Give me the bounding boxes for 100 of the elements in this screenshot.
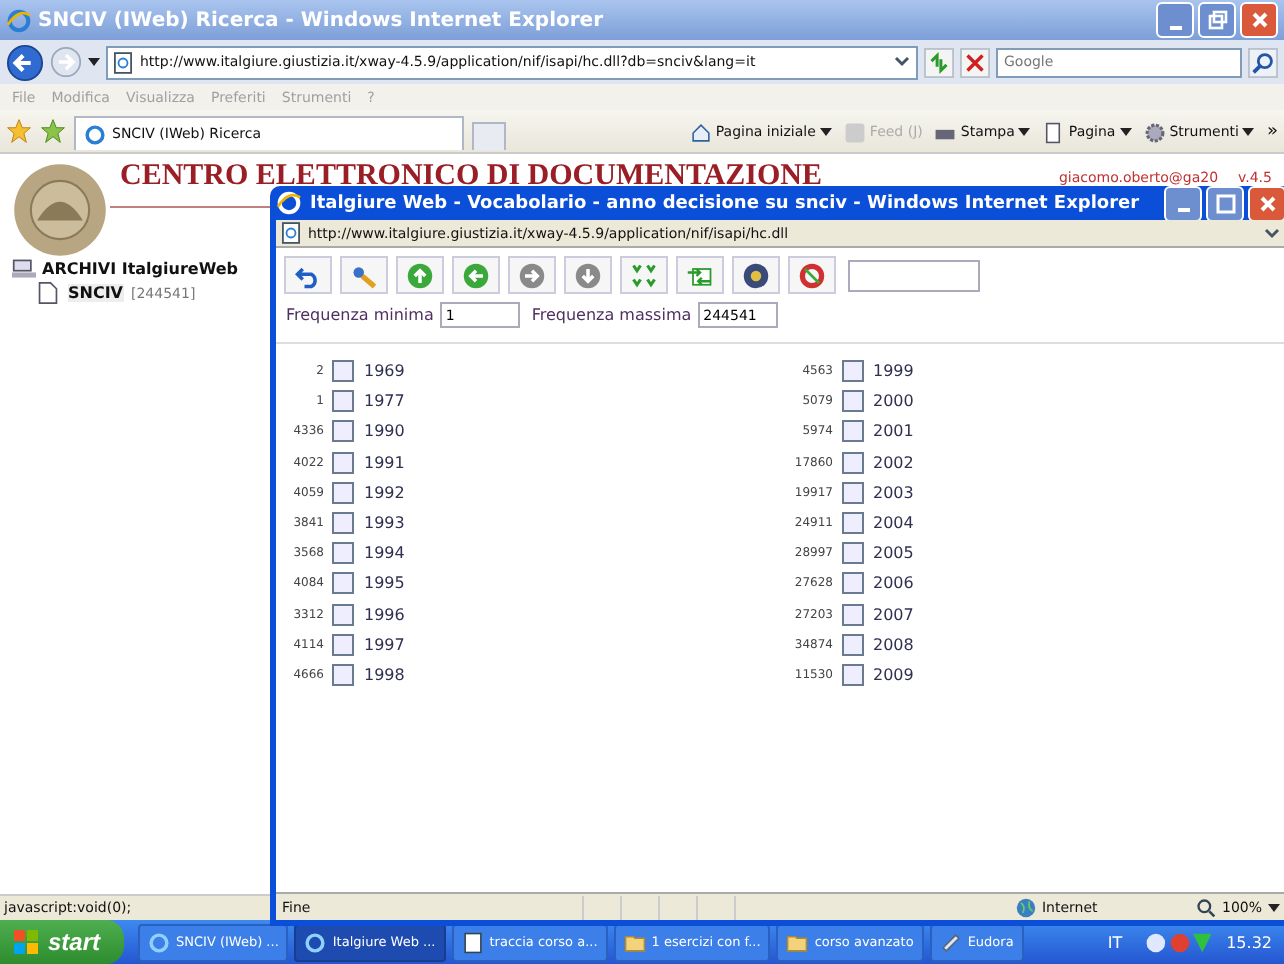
year-label: 1996 (364, 605, 405, 624)
ie-icon (304, 931, 327, 953)
right-tool-button[interactable] (508, 256, 556, 294)
year-label: 2005 (873, 544, 914, 563)
year-label: 2009 (873, 665, 914, 684)
minimize-button[interactable] (1164, 185, 1202, 221)
caret-icon (1018, 128, 1031, 136)
windows-flag-icon (12, 928, 40, 956)
caret-icon (819, 128, 832, 136)
checkbox[interactable] (841, 603, 863, 626)
home-icon (689, 121, 712, 143)
expand-tool-button[interactable] (620, 256, 668, 294)
up-icon (406, 261, 434, 289)
year-label: 2003 (873, 483, 914, 502)
checkbox[interactable] (841, 512, 863, 535)
feed-icon (843, 121, 866, 143)
more-button[interactable]: » (1266, 122, 1278, 142)
year-label: 1999 (873, 362, 914, 381)
field-label: Frequenza massima (531, 306, 692, 324)
year-label: 2001 (873, 422, 914, 441)
field-label: Frequenza minima (286, 306, 434, 324)
year-label: 2002 (873, 453, 914, 472)
year-label: 1992 (364, 483, 405, 502)
back-button[interactable] (6, 43, 44, 81)
checkbox[interactable] (841, 360, 863, 383)
up-tool-button[interactable] (396, 256, 444, 294)
left-tool-button[interactable] (452, 256, 500, 294)
year-label: 1997 (364, 635, 405, 654)
dropdown-icon[interactable] (88, 58, 100, 66)
checkbox[interactable] (841, 390, 863, 413)
expand-icon (630, 261, 658, 289)
close-icon (1257, 193, 1277, 213)
chevron-icon[interactable] (894, 56, 910, 68)
restore-icon (1207, 10, 1227, 30)
year-label: 2006 (873, 574, 914, 593)
swap-tool-button[interactable] (676, 256, 724, 294)
ie-logo-icon (6, 7, 32, 33)
computer-icon (12, 258, 36, 280)
checkbox[interactable] (841, 663, 863, 686)
year-label: 1990 (364, 422, 405, 441)
checkbox[interactable] (332, 390, 354, 413)
search-field[interactable] (848, 259, 980, 291)
checkbox[interactable] (841, 633, 863, 656)
maximize-button[interactable] (1206, 185, 1244, 221)
tools-icon (1143, 121, 1166, 143)
year-label: 2007 (873, 605, 914, 624)
year-label: 2000 (873, 392, 914, 411)
key-tool-button[interactable] (340, 256, 388, 294)
tree-item[interactable]: ARCHIVI ItalgiureWeb (42, 260, 239, 278)
tray-icons[interactable] (1146, 929, 1215, 955)
right-icon (518, 261, 546, 289)
checkbox[interactable] (841, 481, 863, 504)
undo-tool-button[interactable] (284, 256, 332, 294)
checkbox[interactable] (841, 451, 863, 474)
window-title: SNCIV (IWeb) Ricerca - Windows Internet Explorer (38, 9, 606, 31)
checkbox[interactable] (841, 420, 863, 443)
restore-button[interactable] (1198, 2, 1236, 38)
tree-item[interactable]: SNCIV (68, 284, 123, 302)
checkbox[interactable] (332, 633, 354, 656)
stop-button[interactable] (960, 47, 990, 77)
checkbox[interactable] (332, 420, 354, 443)
help-tool-button[interactable] (732, 256, 780, 294)
close-button[interactable] (1248, 185, 1284, 221)
refresh-button[interactable] (924, 47, 954, 77)
page-icon (282, 222, 300, 244)
window-title: Italgiure Web - Vocabolario - anno decisione su snciv - Windows Internet Explorer (310, 193, 1142, 213)
checkbox[interactable] (841, 542, 863, 565)
add-favorite-icon[interactable] (40, 118, 66, 144)
ring-tool-button[interactable] (788, 256, 836, 294)
checkbox[interactable] (332, 360, 354, 383)
minimize-icon (1169, 25, 1181, 29)
page-icon (1042, 121, 1065, 143)
ie-logo-icon (276, 190, 302, 216)
close-button[interactable] (1240, 2, 1278, 38)
checkbox[interactable] (332, 481, 354, 504)
close-icon (1249, 10, 1269, 30)
emblem-icon (8, 158, 112, 262)
checkbox[interactable] (332, 603, 354, 626)
doc-icon (461, 931, 484, 953)
language-indicator[interactable]: IT (1107, 933, 1123, 951)
star-icon[interactable] (6, 118, 32, 144)
caret-icon (1119, 128, 1132, 136)
clock: 15.32 (1226, 933, 1272, 951)
folder-icon (623, 931, 646, 953)
checkbox[interactable] (332, 572, 354, 595)
checkbox[interactable] (332, 542, 354, 565)
minimize-icon (1177, 208, 1189, 212)
checkbox[interactable] (841, 572, 863, 595)
minimize-button[interactable] (1156, 2, 1194, 38)
year-label: 1977 (364, 392, 405, 411)
page-heading: CENTRO ELETTRONICO DI DOCUMENTAZIONE (120, 160, 823, 194)
down-tool-button[interactable] (564, 256, 612, 294)
year-label: 1969 (364, 362, 405, 381)
checkbox[interactable] (332, 512, 354, 535)
checkbox[interactable] (332, 451, 354, 474)
checkbox[interactable] (332, 663, 354, 686)
globe-icon (1015, 897, 1036, 917)
chevron-icon[interactable] (1264, 227, 1280, 239)
search-icon[interactable] (1248, 47, 1278, 77)
year-label: 2008 (873, 635, 914, 654)
